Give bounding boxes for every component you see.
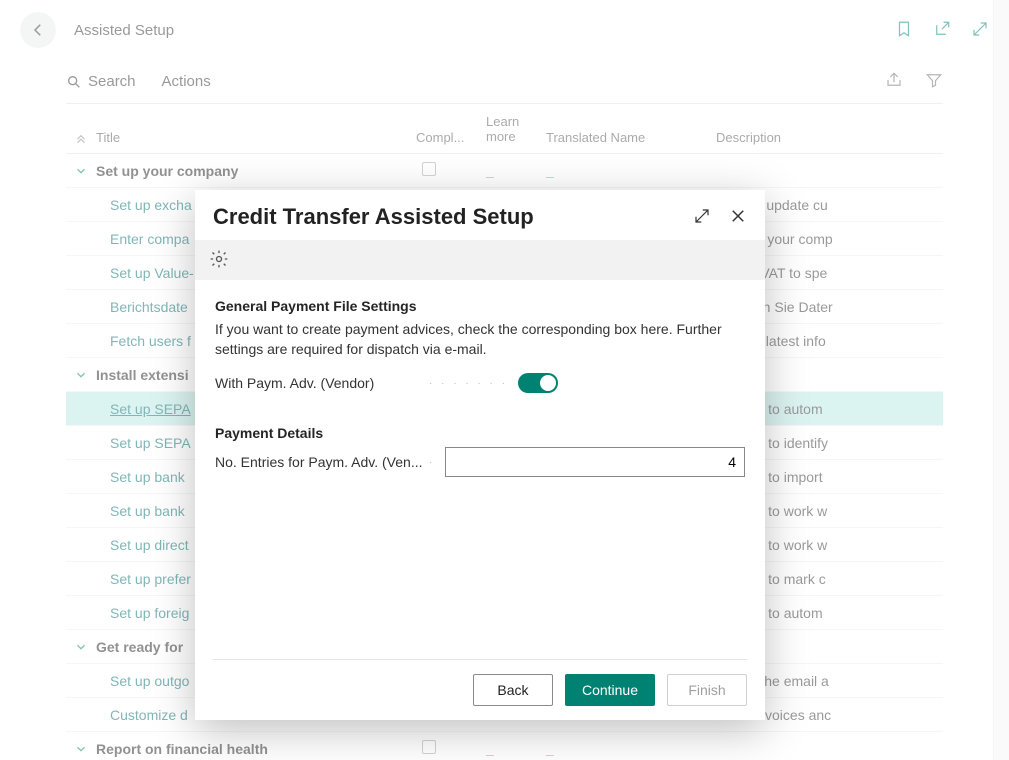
close-icon[interactable] (729, 207, 747, 228)
general-settings-text: If you want to create payment advices, c… (215, 320, 745, 359)
toggle-label: With Paym. Adv. (Vendor) (215, 375, 425, 391)
payment-details-heading: Payment Details (215, 425, 745, 441)
field-dots: · · · · · · · (429, 378, 508, 389)
entries-label: No. Entries for Paym. Adv. (Ven... (215, 454, 425, 470)
dialog-expand-icon[interactable] (693, 207, 711, 228)
field-dots: · (429, 457, 435, 468)
paym-adv-vendor-toggle[interactable] (518, 373, 558, 393)
finish-button: Finish (667, 674, 747, 706)
continue-button[interactable]: Continue (565, 674, 655, 706)
back-button[interactable]: Back (473, 674, 553, 706)
gear-icon[interactable] (209, 249, 229, 272)
dialog-title: Credit Transfer Assisted Setup (213, 204, 534, 230)
entries-input[interactable] (445, 447, 745, 477)
credit-transfer-dialog: Credit Transfer Assisted Setup General P… (195, 190, 765, 720)
general-settings-heading: General Payment File Settings (215, 298, 745, 314)
